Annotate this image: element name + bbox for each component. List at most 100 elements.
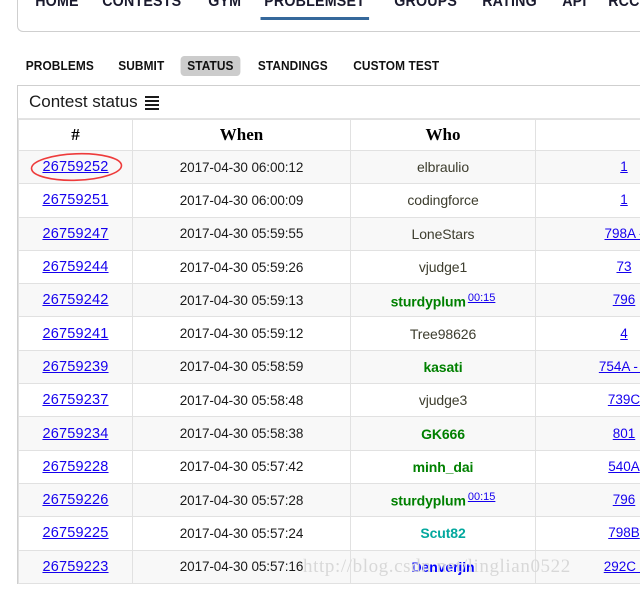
cell-submission-time: 2017-04-30 05:59:55	[132, 216, 351, 251]
table-header-row: # When Who	[18, 119, 640, 151]
submission-id-link[interactable]: 26759247	[42, 226, 108, 242]
cell-problem: 739C	[535, 383, 640, 418]
cell-author: minh_dai	[350, 449, 536, 484]
problem-link[interactable]: 801	[613, 426, 636, 441]
table-row: 26759225 2017-04-30 05:57:24 Scut82 798B	[18, 516, 640, 551]
nav-item-rcc[interactable]: RCC	[599, 0, 640, 18]
cell-author: Denverjin	[350, 549, 536, 584]
cell-submission-time: 2017-04-30 06:00:12	[132, 149, 351, 185]
cell-submission-id: 26759244	[18, 249, 133, 285]
problem-link[interactable]: 798A -	[604, 226, 640, 241]
submission-id-link[interactable]: 26759223	[42, 559, 108, 575]
problem-link[interactable]: 754A - L	[599, 359, 640, 374]
author-link[interactable]: LoneStars	[412, 226, 475, 242]
sub-tab-submit[interactable]: SUBMIT	[111, 56, 170, 76]
main-navigation-items: HOME CONTESTS GYM PROBLEMSET GROUPS RATING API…	[18, 0, 640, 31]
cell-problem: 798B	[535, 516, 640, 551]
sub-tab-problems[interactable]: PROBLEMS	[19, 56, 100, 76]
table-row: 26759237 2017-04-30 05:58:48 vjudge3 739C	[18, 383, 640, 418]
column-header-when[interactable]: When	[132, 119, 351, 151]
submission-id-link[interactable]: 26759226	[42, 492, 108, 508]
contest-sub-tabs: PROBLEMS SUBMIT STATUS STANDINGS CUSTOM TEST	[17, 56, 455, 76]
cell-author: codingforce	[350, 183, 536, 218]
author-link[interactable]: sturdyplum	[391, 493, 466, 509]
cell-submission-id: 26759241	[18, 316, 133, 351]
submission-id-link[interactable]: 26759252	[42, 159, 108, 175]
column-header-problem[interactable]	[535, 119, 640, 151]
main-navigation: HOME CONTESTS GYM PROBLEMSET GROUPS RATING API…	[17, 0, 640, 32]
author-link[interactable]: codingforce	[407, 192, 478, 208]
table-row: 26759241 2017-04-30 05:59:12 Tree98626 4	[18, 316, 640, 351]
cell-author: vjudge3	[350, 383, 536, 418]
nav-item-problemset[interactable]: PROBLEMSET	[255, 0, 374, 20]
cell-submission-time: 2017-04-30 05:57:24	[132, 516, 351, 551]
submission-id-link[interactable]: 26759251	[42, 192, 108, 208]
cell-submission-id: 26759228	[18, 449, 133, 484]
submission-id-link[interactable]: 26759228	[42, 459, 108, 475]
cell-submission-time: 2017-04-30 05:58:48	[132, 383, 351, 418]
problem-link[interactable]: 796	[613, 492, 636, 507]
table-row: 26759234 2017-04-30 05:58:38 GK666 801	[18, 416, 640, 451]
column-header-id[interactable]: #	[18, 119, 133, 151]
nav-item-api[interactable]: API	[553, 0, 596, 18]
cell-author: GK666	[350, 416, 536, 451]
author-link[interactable]: Scut82	[420, 525, 465, 541]
submission-id-link[interactable]: 26759237	[42, 392, 108, 408]
cell-submission-id: 26759223	[18, 549, 133, 584]
list-icon[interactable]	[144, 95, 159, 110]
submissions-table: # When Who 26759252 2017-04-30 06:00:12 el…	[18, 119, 640, 584]
cell-submission-time: 2017-04-30 05:57:28	[132, 482, 351, 518]
sub-tab-status[interactable]: STATUS	[180, 56, 241, 76]
submission-id-link[interactable]: 26759242	[42, 292, 108, 308]
sub-tab-standings[interactable]: STANDINGS	[251, 56, 334, 76]
submission-id-link[interactable]: 26759241	[42, 326, 108, 342]
cell-submission-id: 26759251	[18, 183, 133, 218]
problem-link[interactable]: 292C -	[604, 559, 640, 574]
cell-submission-time: 2017-04-30 05:57:16	[132, 549, 351, 584]
submission-id-link[interactable]: 26759225	[42, 525, 108, 541]
author-link[interactable]: Denverjin	[412, 559, 475, 575]
submission-id-link[interactable]: 26759239	[42, 359, 108, 375]
cell-submission-time: 2017-04-30 05:59:13	[132, 283, 351, 318]
table-row: 26759247 2017-04-30 05:59:55 LoneStars 798A…	[18, 216, 640, 251]
nav-item-groups[interactable]: GROUPS	[385, 0, 466, 18]
nav-item-rating[interactable]: RATING	[473, 0, 546, 18]
problem-link[interactable]: 73	[616, 259, 631, 274]
nav-item-home[interactable]: HOME	[26, 0, 88, 18]
problem-link[interactable]: 798B	[608, 525, 640, 540]
cell-submission-time: 2017-04-30 06:00:09	[132, 183, 351, 218]
cell-problem: 801	[535, 416, 640, 451]
author-link[interactable]: kasati	[423, 359, 462, 375]
problem-link[interactable]: 4	[620, 326, 628, 341]
author-link[interactable]: vjudge3	[419, 392, 467, 408]
cell-submission-id: 26759242	[18, 283, 133, 318]
problem-link[interactable]: 739C	[608, 392, 640, 407]
submission-id-link[interactable]: 26759244	[42, 259, 108, 275]
sub-tab-custom-test[interactable]: CUSTOM TEST	[346, 56, 445, 76]
problem-link[interactable]: 796	[613, 292, 636, 307]
table-row: 26759252 2017-04-30 06:00:12 elbraulio 1	[18, 149, 640, 185]
room-time-badge[interactable]: 00:15	[468, 491, 496, 503]
problem-link[interactable]: 1	[620, 192, 628, 207]
cell-submission-time: 2017-04-30 05:59:12	[132, 316, 351, 351]
problem-link[interactable]: 540A	[608, 459, 640, 474]
cell-author: elbraulio	[350, 149, 536, 185]
author-link[interactable]: GK666	[421, 426, 465, 442]
contest-status-panel: Contest status # When Who 26759252 2017-0…	[17, 85, 640, 584]
author-link[interactable]: vjudge1	[419, 259, 467, 275]
cell-problem: 292C -	[535, 549, 640, 584]
submission-id-link[interactable]: 26759234	[42, 426, 108, 442]
author-link[interactable]: elbraulio	[417, 159, 469, 175]
room-time-badge[interactable]: 00:15	[468, 292, 496, 304]
nav-item-gym[interactable]: GYM	[199, 0, 250, 18]
nav-item-contests[interactable]: CONTESTS	[93, 0, 191, 18]
problem-link[interactable]: 1	[620, 159, 628, 174]
author-link[interactable]: minh_dai	[413, 459, 474, 475]
cell-submission-id: 26759234	[18, 416, 133, 451]
author-link[interactable]: sturdyplum	[391, 293, 466, 309]
cell-author: kasati	[350, 349, 536, 385]
left-gutter	[0, 0, 17, 590]
cell-submission-time: 2017-04-30 05:58:38	[132, 416, 351, 451]
author-link[interactable]: Tree98626	[410, 326, 476, 342]
column-header-who[interactable]: Who	[350, 119, 536, 151]
